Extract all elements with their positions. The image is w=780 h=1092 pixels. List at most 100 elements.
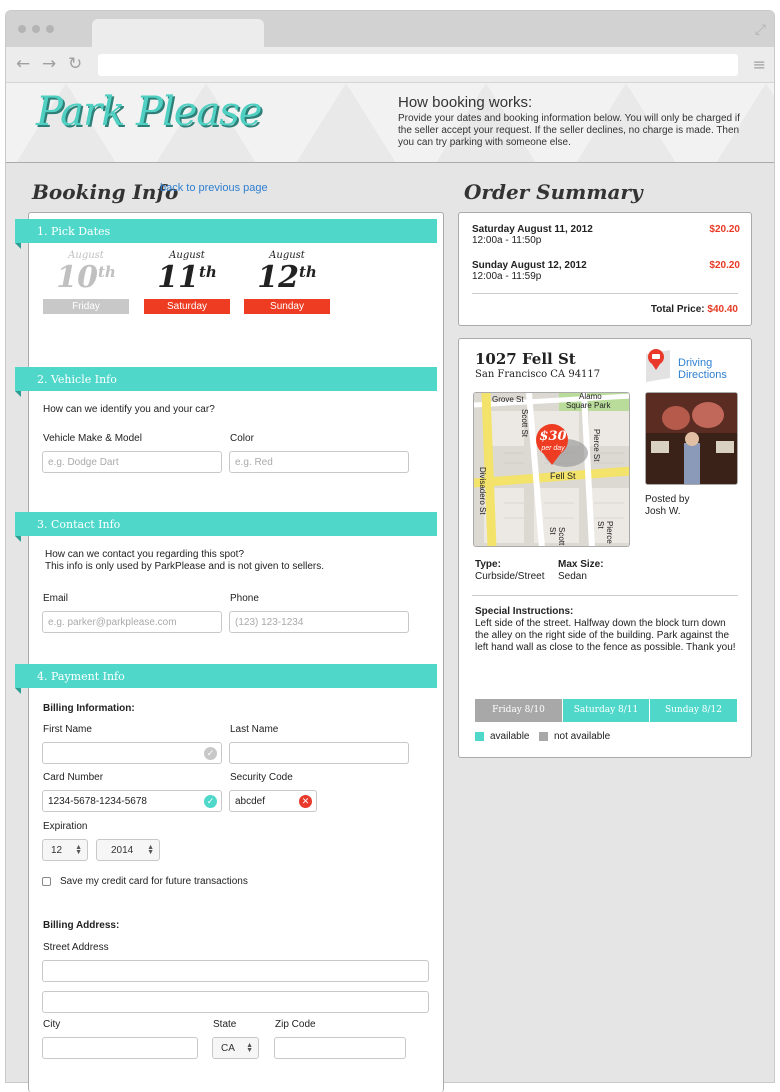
site-logo[interactable]: Park Please (36, 89, 262, 135)
state-select[interactable]: CA ▲ ▼ (212, 1037, 259, 1059)
back-link[interactable]: back to previous page (160, 182, 268, 194)
street-label: Grove St (492, 395, 524, 404)
section-pick-dates: 1. Pick Dates (15, 219, 437, 249)
street-label: Fell St (550, 471, 576, 481)
state-label: State (213, 1019, 237, 1030)
date-sunday[interactable]: August 12th Sunday (244, 250, 330, 314)
email-label: Email (43, 593, 69, 604)
availability-friday[interactable]: Friday 8/10 (475, 699, 562, 722)
site-header: Park Please How booking works: Provide y… (6, 83, 774, 163)
order-item-date: Saturday August 11, 2012 (472, 224, 593, 235)
zip-input[interactable] (274, 1037, 406, 1059)
color-input[interactable]: e.g. Red (229, 451, 409, 473)
map-price: $30 (539, 429, 567, 444)
legend-available-swatch (475, 732, 484, 741)
nav-bar: ← → ↻ ≡ (6, 47, 774, 83)
street-label: Scott St (520, 409, 529, 438)
last-name-input[interactable] (229, 742, 409, 764)
forward-arrow-icon[interactable]: → (42, 54, 56, 74)
instructions-text: Left side of the street. Halfway down th… (475, 618, 736, 653)
legend-not-available-swatch (539, 732, 548, 741)
menu-icon[interactable]: ≡ (753, 55, 766, 74)
street-label: Pierce St (592, 429, 601, 462)
date-day-label: Sunday (244, 299, 330, 314)
save-card-checkbox[interactable] (42, 877, 51, 886)
availability-sunday[interactable]: Sunday 8/12 (650, 699, 737, 722)
how-booking-title: How booking works: (398, 94, 533, 111)
spot-map[interactable]: Grove St Alamo Square Park Scott St Pier… (473, 392, 630, 547)
order-item-time: 12:00a - 11:50p (472, 235, 542, 246)
max-size-value: Sedan (558, 571, 587, 582)
order-item-price: $20.20 (709, 260, 740, 271)
driving-directions-link[interactable]: Driving Directions (678, 357, 727, 381)
check-icon: ✓ (204, 747, 217, 760)
vehicle-question: How can we identify you and your car? (43, 404, 215, 415)
vehicle-make-input[interactable]: e.g. Dodge Dart (42, 451, 222, 473)
order-item-price: $20.20 (709, 224, 740, 235)
phone-label: Phone (230, 593, 259, 604)
divider (472, 595, 738, 596)
billing-info-heading: Billing Information: (43, 703, 135, 714)
street-address-label: Street Address (43, 942, 109, 953)
park-label: Square Park (566, 401, 611, 410)
map-pin-icon[interactable] (644, 346, 672, 382)
park-label: Alamo (579, 392, 602, 401)
legend-not-available: not available (554, 731, 611, 742)
card-number-input[interactable]: 1234-5678-1234-5678 (42, 790, 222, 812)
street-address-input-1[interactable] (42, 960, 429, 982)
minimize-dot[interactable] (32, 25, 40, 33)
section-payment-info: 4. Payment Info (15, 664, 437, 694)
availability-saturday[interactable]: Saturday 8/11 (563, 699, 649, 722)
exp-month-select[interactable]: 12 ▲ ▼ (42, 839, 88, 861)
order-item: Saturday August 11, 2012 12:00a - 11:50p (472, 224, 593, 246)
save-card-label: Save my credit card for future transacti… (60, 876, 248, 887)
exp-year-select[interactable]: 2014 ▲ ▼ (96, 839, 160, 861)
phone-input[interactable]: (123) 123-1234 (229, 611, 409, 633)
error-icon: ✕ (299, 795, 312, 808)
spot-address: 1027 Fell St (475, 350, 576, 368)
instructions-label: Special Instructions: (475, 606, 574, 617)
date-number: 10th (56, 260, 116, 295)
window-controls[interactable] (18, 25, 54, 33)
section-vehicle-info: 2. Vehicle Info (15, 367, 437, 397)
posted-by: Posted by Josh W. (645, 494, 690, 517)
how-booking-text: Provide your dates and booking informati… (398, 113, 740, 148)
city-label: City (43, 1019, 61, 1030)
street-address-input-2[interactable] (42, 991, 429, 1013)
expiration-label: Expiration (43, 821, 88, 832)
close-dot[interactable] (18, 25, 26, 33)
order-item: Sunday August 12, 2012 12:00a - 11:59p (472, 260, 587, 282)
city-input[interactable] (42, 1037, 198, 1059)
email-input[interactable]: e.g. parker@parkplease.com (42, 611, 222, 633)
url-bar[interactable] (98, 54, 738, 76)
expand-icon[interactable]: ⤢ (755, 21, 766, 38)
check-icon: ✓ (204, 795, 217, 808)
max-size-label: Max Size: (558, 559, 604, 570)
date-friday: August 10th Friday (43, 250, 129, 314)
photo-graphic (646, 393, 737, 484)
type-value: Curbside/Street (475, 571, 545, 582)
poster-photo[interactable] (645, 392, 738, 485)
maximize-dot[interactable] (46, 25, 54, 33)
back-arrow-icon[interactable]: ← (16, 54, 30, 74)
reload-icon[interactable]: ↻ (68, 54, 82, 74)
divider (472, 293, 738, 294)
contact-note: This info is only used by ParkPlease and… (45, 561, 325, 572)
vehicle-make-label: Vehicle Make & Model (43, 433, 142, 444)
contact-question: How can we contact you regarding this sp… (45, 549, 244, 560)
browser-tab[interactable] (92, 19, 264, 47)
first-name-input[interactable] (42, 742, 222, 764)
billing-address-heading: Billing Address: (43, 920, 120, 931)
spot-city: San Francisco CA 94117 (475, 369, 601, 380)
order-item-time: 12:00a - 11:59p (472, 271, 542, 282)
street-label: Scott St (548, 527, 566, 546)
date-saturday[interactable]: August 11th Saturday (144, 250, 230, 314)
date-day-label: Friday (43, 299, 129, 314)
zip-label: Zip Code (275, 1019, 316, 1030)
booking-info-title: Booking Info (32, 180, 179, 204)
date-number: 12th (257, 260, 317, 295)
color-label: Color (230, 433, 254, 444)
section-contact-info: 3. Contact Info (15, 512, 437, 542)
card-number-label: Card Number (43, 772, 104, 783)
order-total: Total Price: $40.40 (650, 304, 738, 315)
